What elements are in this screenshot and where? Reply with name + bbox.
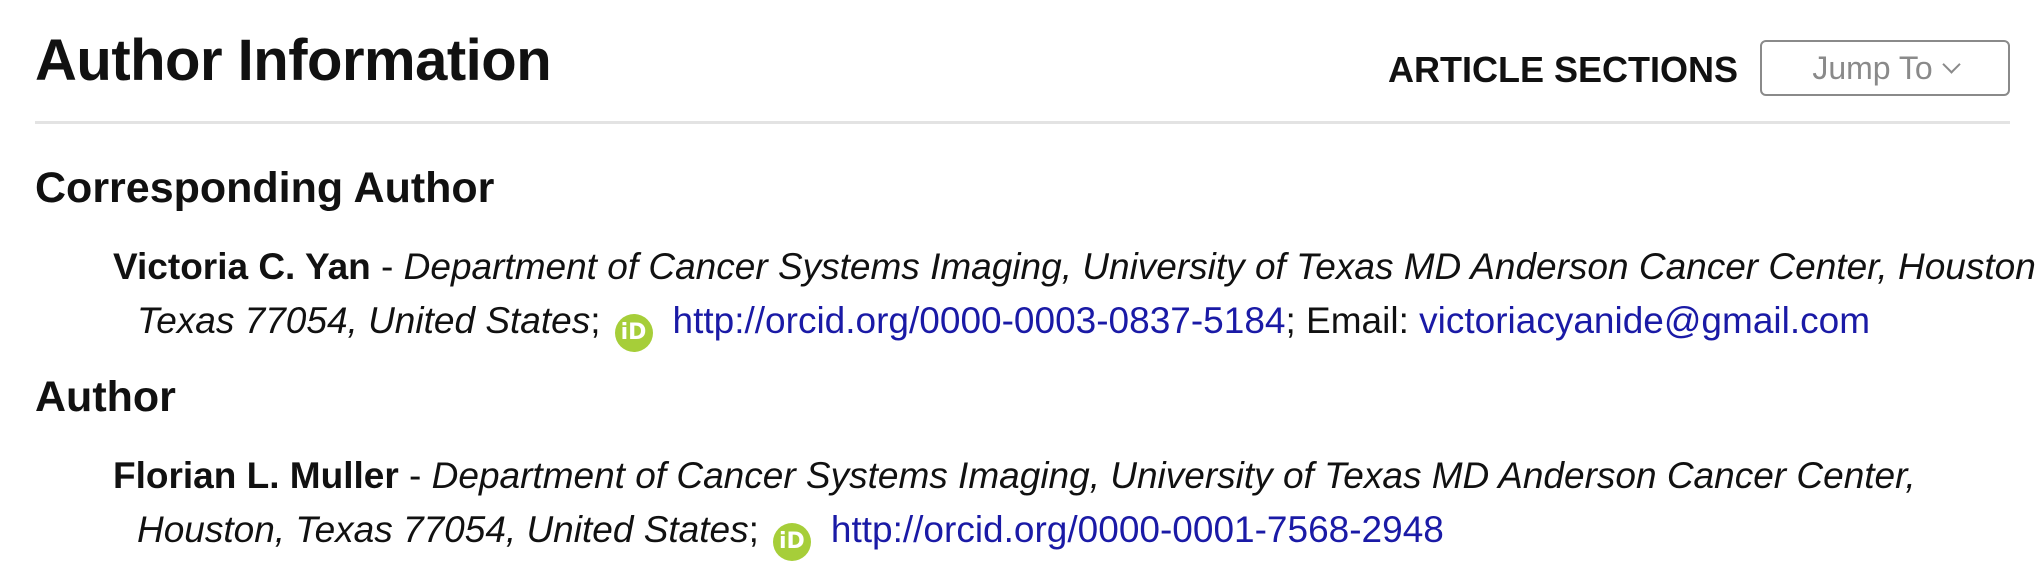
orcid-link[interactable]: http://orcid.org/0000-0003-0837-5184 bbox=[673, 300, 1286, 341]
email-link[interactable]: victoriacyanide@gmail.com bbox=[1419, 300, 1870, 341]
entry-line: Victoria C. Yan - Department of Cancer S… bbox=[113, 240, 2036, 294]
name-separator: - bbox=[398, 455, 432, 496]
author-heading: Author bbox=[35, 373, 176, 421]
author-entry: Florian L. Muller - Department of Cancer… bbox=[113, 449, 2023, 561]
author-name: Florian L. Muller bbox=[113, 455, 399, 496]
entry-line: Houston, Texas 77054, United States; iD ht… bbox=[113, 503, 2023, 561]
semicolon: ; bbox=[748, 509, 759, 550]
article-sections-label: ARTICLE SECTIONS bbox=[1387, 49, 1738, 90]
jump-to-label: Jump To bbox=[1812, 49, 1933, 86]
corresponding-author-heading: Corresponding Author bbox=[35, 164, 495, 212]
semicolon: ; bbox=[590, 300, 601, 341]
entry-line: Texas 77054, United States; iD http://orci… bbox=[113, 294, 2023, 352]
affiliation: Department of Cancer Systems Imaging, Un… bbox=[403, 246, 2036, 287]
orcid-icon: iD bbox=[614, 314, 653, 352]
affiliation-continued: Houston, Texas 77054, United States bbox=[137, 509, 749, 550]
author-name: Victoria C. Yan bbox=[113, 246, 371, 287]
name-separator: - bbox=[370, 246, 404, 287]
author-info-header: Author Information ARTICLE SECTIONS Jump… bbox=[35, 0, 2010, 124]
entry-line: Florian L. Muller - Department of Cancer… bbox=[113, 449, 2023, 503]
affiliation-continued: Texas 77054, United States bbox=[137, 300, 591, 341]
orcid-icon: iD bbox=[772, 523, 811, 561]
affiliation: Department of Cancer Systems Imaging, Un… bbox=[431, 455, 1916, 496]
orcid-link[interactable]: http://orcid.org/0000-0001-7568-2948 bbox=[831, 509, 1444, 550]
jump-to-dropdown[interactable]: Jump To bbox=[1760, 40, 2010, 96]
page-title: Author Information bbox=[35, 28, 552, 93]
chevron-down-icon bbox=[1941, 54, 1961, 74]
email-label: ; Email: bbox=[1285, 300, 1420, 341]
corresponding-author-entry: Victoria C. Yan - Department of Cancer S… bbox=[113, 240, 2036, 352]
